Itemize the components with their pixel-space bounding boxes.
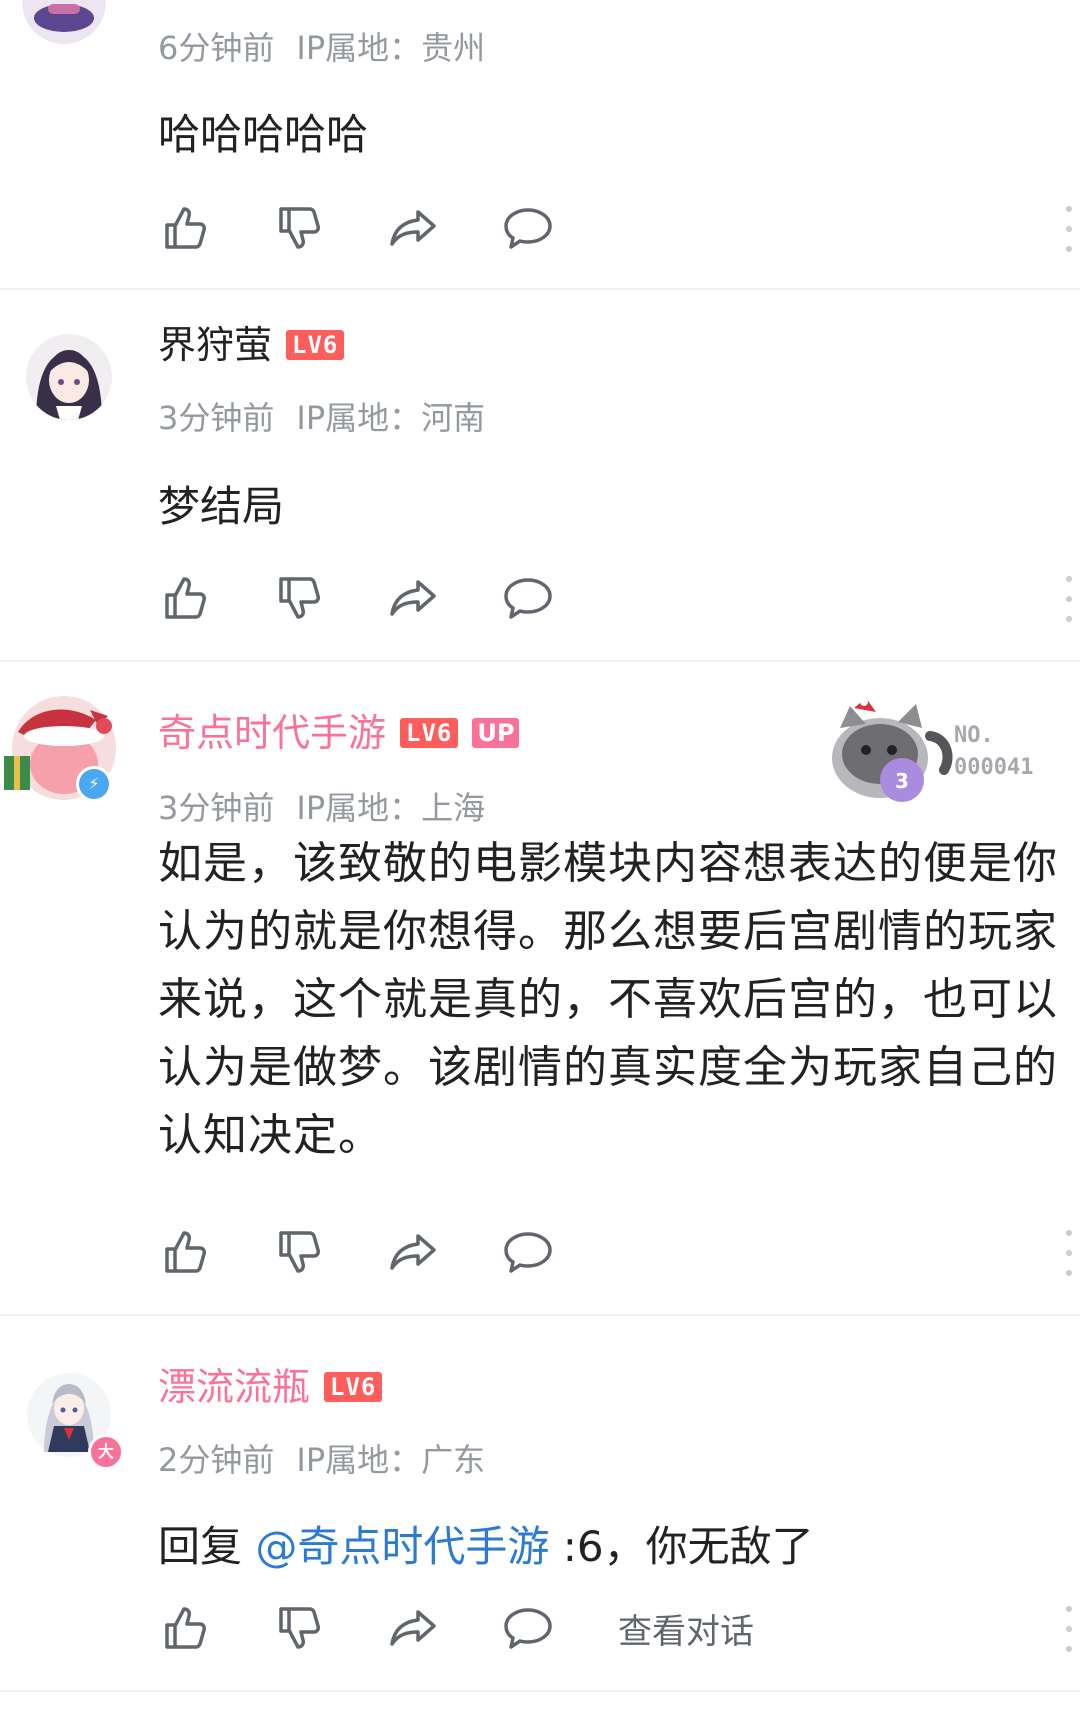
big-member-badge: 大 <box>88 1434 124 1470</box>
like-button[interactable] <box>158 200 214 256</box>
like-button[interactable] <box>158 1224 214 1280</box>
comment-text: 如是，该致敬的电影模块内容想表达的便是你认为的就是你想得。那么想要后宫剧情的玩家… <box>158 838 1058 1161</box>
level-badge: LV6 <box>286 330 345 360</box>
fan-medal-badge[interactable]: 3 NO. 000041 <box>818 696 1058 806</box>
comment-text: 哈哈哈哈哈 <box>158 110 369 159</box>
comment-meta: 2分钟前 IP属地：广东 <box>158 1440 485 1480</box>
divider <box>0 1690 1080 1692</box>
comment-time: 3分钟前 <box>158 399 275 437</box>
reply-button[interactable] <box>500 570 556 626</box>
view-conversation-link[interactable]: 查看对话 <box>618 1604 754 1653</box>
avatar[interactable]: 大 <box>26 1372 124 1470</box>
thumbs-down-icon <box>279 1607 320 1649</box>
action-bar <box>158 200 614 256</box>
comment-bubble-icon <box>504 208 552 249</box>
thumbs-down-icon <box>279 1231 320 1273</box>
more-options-button[interactable] <box>1064 1606 1074 1652</box>
reply-button[interactable] <box>500 1600 556 1656</box>
like-button[interactable] <box>158 1600 214 1656</box>
ip-location: IP属地：广东 <box>296 1441 486 1479</box>
username[interactable]: 奇点时代手游 <box>158 708 386 758</box>
avatar[interactable]: ⚡ <box>4 692 116 804</box>
share-button[interactable] <box>386 1224 442 1280</box>
comment-bubble-icon <box>504 578 552 619</box>
level-badge: LV6 <box>324 1372 383 1402</box>
thumbs-up-icon <box>165 1607 206 1649</box>
more-options-button[interactable] <box>1064 206 1074 252</box>
username[interactable]: 漂流流瓶 <box>158 1362 310 1412</box>
dislike-button[interactable] <box>272 570 328 626</box>
share-icon <box>390 210 436 246</box>
reply-prefix: 回复 <box>158 1522 256 1571</box>
thumbs-down-icon <box>279 207 320 249</box>
verified-badge: ⚡ <box>76 766 112 802</box>
comment-meta: 3分钟前 IP属地：河南 <box>158 398 485 438</box>
comment-meta: 6分钟前 IP属地：贵州 <box>158 28 485 68</box>
name-row: 界狩萤 LV6 <box>158 320 345 370</box>
action-bar <box>158 570 614 626</box>
comment-item: 界狩萤 LV6 3分钟前 IP属地：河南 梦结局 <box>0 290 1080 660</box>
name-row: 漂流流瓶 LV6 <box>158 1362 383 1412</box>
level-badge: LV6 <box>400 718 459 748</box>
thumbs-up-icon <box>165 577 206 619</box>
reply-text: :6，你无敌了 <box>549 1522 814 1571</box>
action-bar: 查看对话 <box>158 1600 754 1656</box>
comment-time: 6分钟前 <box>158 29 275 67</box>
reply-button[interactable] <box>500 1224 556 1280</box>
cat-mascot-icon: 3 <box>832 698 953 802</box>
more-options-button[interactable] <box>1064 1230 1074 1276</box>
share-icon <box>390 1234 436 1270</box>
dislike-button[interactable] <box>272 1224 328 1280</box>
comment-meta: 3分钟前 IP属地：上海 <box>158 788 485 828</box>
mention-link[interactable]: @奇点时代手游 <box>255 1522 549 1571</box>
comment-item: 6分钟前 IP属地：贵州 哈哈哈哈哈 <box>0 0 1080 288</box>
comment-bubble-icon <box>504 1232 552 1273</box>
reply-button[interactable] <box>500 200 556 256</box>
share-button[interactable] <box>386 1600 442 1656</box>
more-dots-icon <box>1066 1606 1072 1612</box>
comment-item: ⚡ 奇点时代手游 LV6 UP 3 NO. 000041 3分钟前 IP属地：上海… <box>0 662 1080 1314</box>
share-button[interactable] <box>386 200 442 256</box>
share-icon <box>390 1610 436 1646</box>
comment-item: 大 漂流流瓶 LV6 2分钟前 IP属地：广东 回复 @奇点时代手游 :6，你无敌… <box>0 1316 1080 1688</box>
thumbs-down-icon <box>279 577 320 619</box>
dislike-button[interactable] <box>272 200 328 256</box>
comment-time: 2分钟前 <box>158 1441 275 1479</box>
ip-location: IP属地：河南 <box>296 399 486 437</box>
username[interactable]: 界狩萤 <box>158 320 272 370</box>
avatar[interactable] <box>26 334 112 420</box>
dislike-button[interactable] <box>272 1600 328 1656</box>
comment-time: 3分钟前 <box>158 789 275 827</box>
name-row: 奇点时代手游 LV6 UP <box>158 708 520 758</box>
more-dots-icon <box>1066 206 1072 212</box>
thumbs-up-icon <box>165 207 206 249</box>
svg-text:3: 3 <box>895 769 909 793</box>
share-icon <box>390 580 436 616</box>
comment-text: 梦结局 <box>158 482 285 531</box>
comment-bubble-icon <box>504 1608 552 1649</box>
like-button[interactable] <box>158 570 214 626</box>
share-button[interactable] <box>386 570 442 626</box>
fan-medal-no: NO. <box>954 723 994 748</box>
up-badge: UP <box>472 718 520 748</box>
thumbs-up-icon <box>165 1231 206 1273</box>
ip-location: IP属地：贵州 <box>296 29 486 67</box>
comment-text: 回复 @奇点时代手游 :6，你无敌了 <box>158 1512 1064 1582</box>
avatar[interactable] <box>22 0 106 64</box>
ip-location: IP属地：上海 <box>296 789 486 827</box>
more-dots-icon <box>1066 1230 1072 1236</box>
more-dots-icon <box>1066 576 1072 582</box>
fan-medal-number: 000041 <box>954 755 1034 780</box>
more-options-button[interactable] <box>1064 576 1074 622</box>
action-bar <box>158 1224 614 1280</box>
